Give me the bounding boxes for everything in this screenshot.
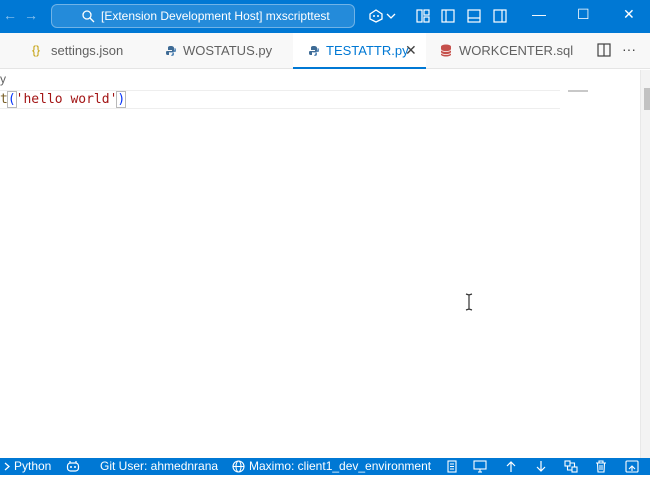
close-tab-icon[interactable]: ✕ bbox=[405, 33, 417, 68]
editor-tab-bar: {} settings.json WOSTATUS.py TESTATTR.py… bbox=[0, 33, 650, 69]
title-bar: ← → [Extension Development Host] mxscrip… bbox=[0, 0, 650, 33]
tab-label: settings.json bbox=[51, 43, 124, 58]
mouse-ibeam-cursor-icon bbox=[464, 293, 474, 311]
compare-icon[interactable] bbox=[564, 460, 578, 473]
remote-broadcast-icon[interactable] bbox=[625, 460, 639, 473]
more-actions-icon[interactable]: ··· bbox=[622, 41, 636, 57]
minimize-button[interactable]: — bbox=[532, 6, 546, 22]
json-braces-icon: {} bbox=[32, 43, 41, 57]
token-open-paren: ( bbox=[6, 91, 17, 108]
command-center-search[interactable]: [Extension Development Host] mxscripttes… bbox=[51, 4, 355, 28]
tab-workcenter-sql[interactable]: WORKCENTER.sql bbox=[430, 33, 590, 68]
copilot-icon[interactable] bbox=[66, 460, 80, 473]
toggle-primary-sidebar-icon[interactable] bbox=[440, 8, 456, 24]
tab-label: WOSTATUS.py bbox=[183, 43, 273, 58]
tab-label: TESTATTR.py bbox=[326, 43, 409, 58]
trash-icon[interactable] bbox=[595, 460, 608, 473]
close-window-button[interactable]: ✕ bbox=[623, 6, 635, 23]
code-line-1[interactable]: t('hello world') bbox=[0, 90, 127, 109]
search-text: [Extension Development Host] mxscripttes… bbox=[101, 9, 330, 23]
token-string: 'hello world' bbox=[15, 92, 118, 107]
tab-settings-json[interactable]: {} settings.json bbox=[20, 33, 160, 68]
token-close-paren: ) bbox=[116, 91, 127, 108]
chevron-down-icon[interactable] bbox=[386, 8, 402, 24]
customize-layout-icon[interactable] bbox=[415, 8, 431, 24]
monitor-icon[interactable] bbox=[473, 460, 487, 473]
maximize-button[interactable]: ☐ bbox=[577, 6, 590, 23]
python-language-status[interactable]: Python bbox=[14, 458, 51, 475]
tab-wostatus-py[interactable]: WOSTATUS.py bbox=[155, 33, 285, 68]
back-arrow-icon[interactable]: ← bbox=[3, 7, 17, 23]
python-icon bbox=[308, 33, 320, 71]
document-icon[interactable] bbox=[446, 460, 459, 473]
search-icon bbox=[82, 5, 95, 30]
maximo-environment-status[interactable]: Maximo: client1_dev_environment bbox=[249, 458, 431, 475]
forward-arrow-icon[interactable]: → bbox=[24, 7, 38, 23]
status-bar: Python Git User: ahmednrana Maximo: clie… bbox=[0, 458, 650, 475]
minimap[interactable] bbox=[568, 90, 588, 92]
git-user-status[interactable]: Git User: ahmednrana bbox=[100, 458, 218, 475]
tab-label: WORKCENTER.sql bbox=[459, 43, 574, 58]
arrow-up-icon[interactable] bbox=[505, 460, 518, 473]
tab-testattr-py[interactable]: TESTATTR.py ✕ bbox=[293, 33, 426, 69]
code-editor[interactable]: t('hello world') bbox=[0, 88, 640, 458]
globe-icon bbox=[232, 460, 245, 473]
vertical-scrollbar[interactable] bbox=[640, 70, 650, 458]
copilot-icon[interactable] bbox=[368, 8, 384, 24]
toggle-secondary-sidebar-icon[interactable] bbox=[492, 8, 508, 24]
scrollbar-thumb[interactable] bbox=[644, 88, 650, 110]
token-function: t bbox=[0, 92, 8, 107]
breadcrumb[interactable]: y bbox=[0, 70, 6, 88]
toggle-panel-icon[interactable] bbox=[466, 8, 482, 24]
split-editor-icon[interactable] bbox=[597, 43, 613, 59]
arrow-down-icon[interactable] bbox=[535, 460, 548, 473]
database-icon bbox=[440, 33, 452, 71]
python-icon bbox=[165, 33, 177, 71]
